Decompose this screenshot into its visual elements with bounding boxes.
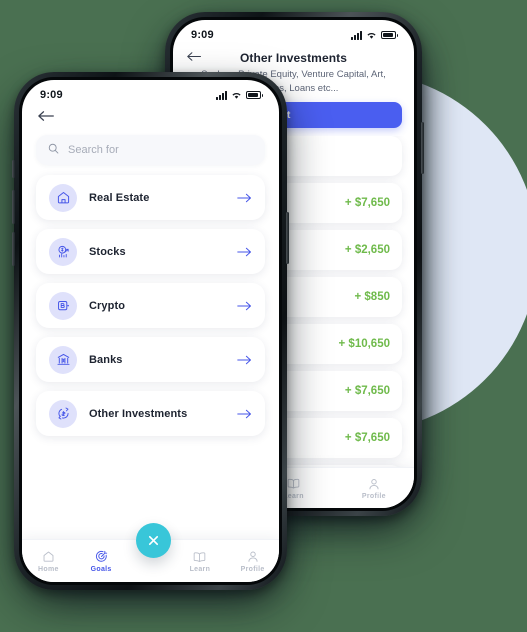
categories-list: Real Estate Stocks Crypto Banks Other In… bbox=[22, 165, 279, 436]
book-open-icon bbox=[287, 477, 300, 491]
tab-home[interactable]: Home bbox=[22, 550, 75, 573]
stocks-chart-icon bbox=[49, 237, 77, 266]
search-input[interactable]: Search for bbox=[36, 135, 265, 165]
status-indicators bbox=[351, 30, 398, 40]
front-top-bar bbox=[22, 103, 279, 131]
refresh-dollar-icon bbox=[49, 399, 77, 428]
front-tab-bar: Home Goals Learn Profile bbox=[22, 523, 279, 582]
list-item-crypto[interactable]: Crypto bbox=[36, 283, 265, 328]
item-amount: + $850 bbox=[354, 290, 391, 303]
tab-label: Home bbox=[38, 565, 59, 573]
tab-label: Profile bbox=[240, 565, 265, 573]
bank-icon bbox=[49, 345, 77, 374]
person-icon bbox=[368, 477, 380, 491]
arrow-right-icon[interactable] bbox=[237, 247, 252, 257]
cellular-bars-icon bbox=[351, 30, 362, 40]
mute-switch[interactable] bbox=[12, 160, 15, 178]
power-button[interactable] bbox=[286, 212, 289, 264]
wifi-icon bbox=[366, 31, 377, 40]
tab-profile[interactable]: Profile bbox=[334, 477, 414, 500]
back-button[interactable] bbox=[187, 49, 202, 67]
arrow-right-icon[interactable] bbox=[237, 409, 252, 419]
wifi-icon bbox=[231, 91, 242, 100]
item-amount: + $7,650 bbox=[344, 431, 390, 444]
composition-stage: 9:09 Other Investments Such as Private E… bbox=[0, 0, 527, 632]
arrow-right-icon[interactable] bbox=[237, 301, 252, 311]
cellular-bars-icon bbox=[216, 90, 227, 100]
back-status-bar: 9:09 bbox=[173, 20, 414, 43]
tab-label: Goals bbox=[90, 565, 112, 573]
battery-icon bbox=[381, 31, 398, 39]
item-label: Stocks bbox=[89, 245, 126, 258]
list-item-banks[interactable]: Banks bbox=[36, 337, 265, 382]
item-amount: + $2,650 bbox=[344, 243, 390, 256]
page-title: Other Investments bbox=[239, 51, 348, 65]
item-label: Crypto bbox=[89, 299, 126, 312]
person-icon bbox=[247, 550, 259, 564]
arrow-right-icon[interactable] bbox=[237, 193, 252, 203]
list-item-stocks[interactable]: Stocks bbox=[36, 229, 265, 274]
close-fab-button[interactable] bbox=[136, 523, 171, 558]
home-icon bbox=[49, 183, 77, 212]
front-phone-device: 9:09 Search for Real Estate Stocks Crypt… bbox=[12, 72, 289, 590]
item-amount: + $7,650 bbox=[344, 384, 390, 397]
battery-icon bbox=[246, 91, 263, 99]
item-amount: + $10,650 bbox=[338, 337, 390, 350]
status-indicators bbox=[216, 90, 263, 100]
target-icon bbox=[95, 550, 108, 564]
power-button[interactable] bbox=[421, 122, 424, 174]
item-label: Other Investments bbox=[89, 407, 188, 420]
search-icon bbox=[48, 141, 59, 159]
tab-learn[interactable]: Learn bbox=[174, 550, 227, 573]
search-section: Search for bbox=[22, 131, 279, 165]
tab-profile[interactable]: Profile bbox=[226, 550, 279, 573]
front-status-bar: 9:09 bbox=[22, 80, 279, 103]
list-item-real-estate[interactable]: Real Estate bbox=[36, 175, 265, 220]
item-label: Real Estate bbox=[89, 191, 150, 204]
front-phone-screen: 9:09 Search for Real Estate Stocks Crypt… bbox=[22, 80, 279, 582]
tab-label: Learn bbox=[189, 565, 211, 573]
arrow-right-icon[interactable] bbox=[237, 355, 252, 365]
item-label: Banks bbox=[89, 353, 123, 366]
back-button[interactable] bbox=[38, 109, 263, 127]
home-outline-icon bbox=[42, 550, 55, 564]
bitcoin-icon bbox=[49, 291, 77, 320]
list-item-other-investments[interactable]: Other Investments bbox=[36, 391, 265, 436]
volume-down-button[interactable] bbox=[12, 232, 15, 266]
book-open-icon bbox=[193, 550, 206, 564]
volume-up-button[interactable] bbox=[12, 190, 15, 224]
tab-goals[interactable]: Goals bbox=[75, 550, 128, 573]
status-time: 9:09 bbox=[191, 29, 214, 41]
tab-label: Profile bbox=[361, 492, 386, 500]
close-icon bbox=[148, 535, 159, 546]
item-amount: + $7,650 bbox=[344, 196, 390, 209]
front-phone-bezel: 9:09 Search for Real Estate Stocks Crypt… bbox=[19, 77, 282, 585]
search-placeholder: Search for bbox=[68, 144, 119, 156]
status-time: 9:09 bbox=[40, 89, 63, 101]
